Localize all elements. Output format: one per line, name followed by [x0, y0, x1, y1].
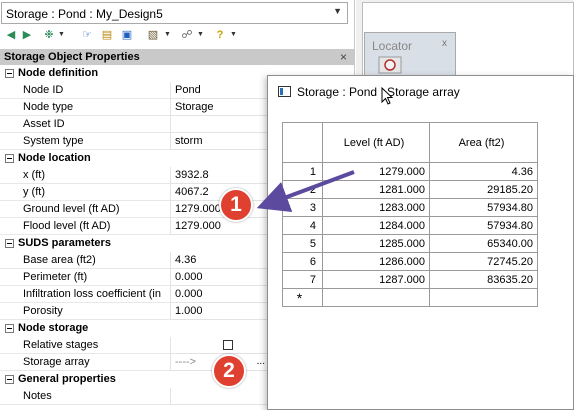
grid-corner-cell[interactable]	[282, 122, 323, 163]
table-row: 5 1285.000 65340.00	[282, 234, 538, 253]
row-number[interactable]: 2	[282, 180, 323, 199]
prop-label: Asset ID	[23, 118, 65, 130]
close-icon[interactable]: ×	[340, 50, 347, 64]
row-number[interactable]: 3	[282, 198, 323, 217]
prop-label: Infiltration loss coefficient (in	[23, 288, 161, 300]
area-cell[interactable]: 29185.20	[429, 180, 538, 199]
table-row: 6 1286.000 72745.20	[282, 252, 538, 271]
collapse-icon[interactable]	[5, 239, 14, 248]
prop-label: Flood level (ft AD)	[23, 220, 111, 232]
object-selector-dropdown[interactable]: Storage : Pond : My_Design5 ▼	[1, 2, 348, 24]
area-cell[interactable]: 65340.00	[429, 234, 538, 253]
prop-label: Notes	[23, 390, 52, 402]
prop-label: Ground level (ft AD)	[23, 203, 120, 215]
table-row: 7 1287.000 83635.20	[282, 270, 538, 289]
level-cell[interactable]: 1283.000	[322, 198, 430, 217]
row-number[interactable]: 7	[282, 270, 323, 289]
section-label: General properties	[18, 373, 116, 385]
mouse-cursor-icon	[381, 87, 393, 105]
table-row: 1 1279.000 4.36	[282, 162, 538, 181]
select-tool-icon[interactable]: ❉	[42, 28, 56, 42]
window-title: Storage : Pond : Storage array	[297, 85, 460, 99]
chevron-down-icon[interactable]: ▼	[164, 31, 171, 38]
collapse-icon[interactable]	[5, 324, 14, 333]
chevron-down-icon[interactable]: ▼	[230, 31, 237, 38]
image-icon[interactable]: ▣	[120, 28, 134, 42]
area-cell[interactable]: 4.36	[429, 162, 538, 181]
panel-title: Storage Object Properties	[4, 51, 140, 63]
prop-label: Base area (ft2)	[23, 254, 96, 266]
level-cell[interactable]: 1281.000	[322, 180, 430, 199]
link-tool-icon[interactable]: ☍	[180, 28, 194, 42]
level-cell[interactable]	[322, 288, 430, 307]
panel-header: Storage Object Properties ×	[0, 49, 354, 65]
close-icon[interactable]: x	[442, 38, 447, 49]
row-number[interactable]: 5	[282, 234, 323, 253]
row-number[interactable]: 4	[282, 216, 323, 235]
storage-array-value: ---->	[175, 356, 197, 368]
toolbar: ◀ ▶ ❉ ▼ ☞ ▤ ▣ ▧ ▼ ☍ ▼ ? ▼	[0, 25, 354, 47]
grid-header-row: Level (ft AD) Area (ft2)	[282, 122, 538, 163]
hand-pointer-icon[interactable]: ☞	[80, 28, 94, 42]
level-cell[interactable]: 1279.000	[322, 162, 430, 181]
area-cell[interactable]	[429, 288, 538, 307]
new-row: *	[282, 288, 538, 307]
level-cell[interactable]: 1284.000	[322, 216, 430, 235]
collapse-icon[interactable]	[5, 69, 14, 78]
table-row: 4 1284.000 57934.80	[282, 216, 538, 235]
notes-icon[interactable]: ▤	[100, 28, 114, 42]
prop-label: Perimeter (ft)	[23, 271, 88, 283]
section-label: SUDS parameters	[18, 237, 111, 249]
prop-label: Relative stages	[23, 339, 99, 351]
back-arrow-icon[interactable]: ◀	[4, 28, 18, 42]
collapse-icon[interactable]	[5, 154, 14, 163]
prop-label: System type	[23, 135, 84, 147]
area-cell[interactable]: 57934.80	[429, 216, 538, 235]
callout-badge-1: 1	[219, 188, 253, 222]
level-cell[interactable]: 1285.000	[322, 234, 430, 253]
collapse-icon[interactable]	[5, 375, 14, 384]
forward-arrow-icon[interactable]: ▶	[20, 28, 34, 42]
area-cell[interactable]: 83635.20	[429, 270, 538, 289]
table-row: 3 1283.000 57934.80	[282, 198, 538, 217]
storage-array-window[interactable]: Storage : Pond : Storage array Level (ft…	[267, 75, 574, 410]
prop-label: Porosity	[23, 305, 63, 317]
database-icon[interactable]: ▧	[146, 28, 160, 42]
callout-badge-2: 2	[212, 354, 246, 388]
storage-array-edit-button[interactable]: ...	[257, 356, 265, 367]
column-header-level[interactable]: Level (ft AD)	[322, 122, 430, 163]
chevron-down-icon[interactable]: ▼	[197, 31, 204, 38]
chevron-down-icon[interactable]: ▼	[333, 6, 342, 16]
row-number[interactable]: 1	[282, 162, 323, 181]
new-row-marker[interactable]: *	[282, 288, 323, 307]
row-number[interactable]: 6	[282, 252, 323, 271]
area-cell[interactable]: 72745.20	[429, 252, 538, 271]
table-row: 2 1281.000 29185.20	[282, 180, 538, 199]
object-selector-value: Storage : Pond : My_Design5	[6, 7, 163, 21]
prop-label: Storage array	[23, 356, 90, 368]
prop-label: Node type	[23, 101, 74, 113]
level-cell[interactable]: 1286.000	[322, 252, 430, 271]
area-cell[interactable]: 57934.80	[429, 198, 538, 217]
column-header-area[interactable]: Area (ft2)	[429, 122, 538, 163]
locator-title: Locator	[372, 39, 413, 53]
level-cell[interactable]: 1287.000	[322, 270, 430, 289]
section-label: Node storage	[18, 322, 89, 334]
section-label: Node location	[18, 152, 91, 164]
chevron-down-icon[interactable]: ▼	[58, 31, 65, 38]
prop-label: x (ft)	[23, 169, 45, 181]
section-label: Node definition	[18, 67, 99, 79]
help-icon[interactable]: ?	[213, 28, 227, 42]
prop-label: y (ft)	[23, 186, 45, 198]
prop-label: Node ID	[23, 84, 64, 96]
storage-array-grid: Level (ft AD) Area (ft2) 1 1279.000 4.36…	[282, 122, 538, 307]
relative-stages-checkbox[interactable]	[223, 340, 233, 350]
window-title-bar[interactable]: Storage : Pond : Storage array	[268, 76, 574, 106]
grid-window-icon	[278, 86, 291, 97]
